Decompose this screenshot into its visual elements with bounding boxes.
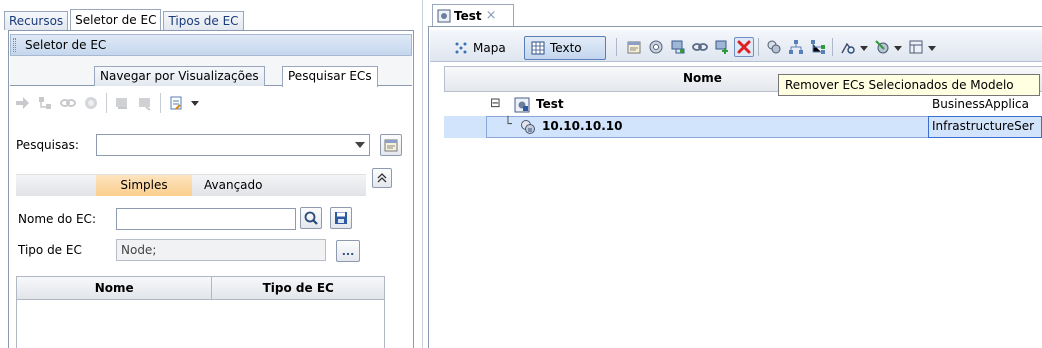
texto-view-button[interactable]: Texto [524,36,606,60]
nome-do-ec-input[interactable] [116,208,296,230]
layout-icon[interactable] [906,37,926,57]
tab-navegar-por-visualizacoes[interactable]: Navegar por Visualizações [94,66,265,86]
tipo-de-ec-field: Node; [116,239,326,261]
tree-item-name: 10.10.10.10 [542,119,623,133]
layout-dropdown-icon[interactable] [928,46,936,51]
export-icon[interactable] [166,93,186,113]
model-icon [437,9,451,22]
pesquisas-select[interactable] [96,134,370,156]
link-icon[interactable] [58,93,78,113]
ci-add-icon[interactable] [112,93,132,113]
collapse-icon[interactable]: ⊟ [490,96,501,111]
tab-tipos-de-ec[interactable]: Tipos de EC [163,11,244,30]
panel-title-text: Seletor de EC [25,38,107,52]
saved-searches-button[interactable] [380,134,402,156]
map-icon [455,42,467,54]
dropdown-arrow-icon[interactable] [189,93,201,113]
tooltip: Remover ECs Selecionados de Modelo [778,74,1040,96]
link-icon[interactable] [690,37,710,57]
toolbar-separator [106,93,107,113]
tree-item-type: BusinessApplica [932,97,1029,111]
texto-label: Texto [550,41,582,55]
collapse-button[interactable] [372,168,392,188]
toolbar-separator [160,93,161,113]
toolbar-separator [832,38,833,56]
properties-icon [384,139,398,152]
add-ci-icon[interactable] [712,37,732,57]
search-button[interactable] [300,207,322,229]
results-grid-header: Nome Tipo de EC [16,276,385,300]
tab-seletor-de-ec[interactable]: Seletor de EC [70,9,162,30]
hierarchy-alt-icon[interactable] [808,37,828,57]
chevron-down-icon[interactable] [355,142,365,148]
left-tab-strip: Recursos Seletor de EC Tipos de EC [4,8,246,30]
tree-item-type: InfrastructureSer [932,119,1035,133]
tree-row-selected[interactable]: └ 10.10.10.10 InfrastructureSer [444,116,1042,138]
pesquisas-label: Pesquisas: [16,138,79,152]
tab-test[interactable]: Test × [432,4,514,26]
save-button[interactable] [330,207,352,229]
mapa-view-button[interactable]: Mapa [448,36,512,60]
model-icon [514,97,530,113]
nome-do-ec-label: Nome do EC: [18,212,96,226]
mapa-label: Mapa [473,41,506,55]
ip-node-icon [521,120,535,134]
ci-relations-icon[interactable] [668,37,688,57]
ci-type-icon[interactable] [764,37,784,57]
search-icon[interactable] [838,37,858,57]
panel-title: Seletor de EC [10,34,412,56]
tab-test-title: Test [454,8,482,23]
column-header-nome[interactable]: Nome [17,277,213,299]
tree-connector: └ [504,117,512,132]
tab-avancado[interactable]: Avançado [204,175,262,196]
search-dropdown-icon[interactable] [860,46,868,51]
properties-icon[interactable] [624,37,644,57]
tab-recursos[interactable]: Recursos [4,11,69,30]
search-icon [304,211,318,225]
tree-icon[interactable] [35,93,55,113]
filter-dropdown-icon[interactable] [894,46,902,51]
column-header-tipo-de-ec[interactable]: Tipo de EC [212,277,384,299]
hierarchy-icon[interactable] [786,37,806,57]
left-toolbar [12,90,204,116]
tab-simples[interactable]: Simples [96,175,192,196]
cube-icon[interactable] [81,93,101,113]
toolbar-separator [758,38,759,56]
delete-icon[interactable] [734,37,754,57]
close-icon[interactable]: × [486,8,497,23]
tipo-de-ec-label: Tipo de EC [18,243,82,257]
browse-ci-type-button[interactable]: ... [336,240,360,262]
ci-remove-icon[interactable] [135,93,155,113]
column-header-nome[interactable]: Nome [683,71,722,85]
results-grid-body [16,300,385,348]
arrow-right-icon[interactable] [12,93,32,113]
tree-item-name: Test [536,97,564,111]
filter-icon[interactable] [872,37,892,57]
double-chevron-up-icon [377,173,387,183]
save-icon [335,212,347,224]
table-icon [531,41,545,55]
grip-icon [13,38,16,52]
tree-row[interactable]: ⊟ Test BusinessApplica [444,94,1042,116]
cube-icon[interactable] [646,37,666,57]
toolbar-separator [616,38,617,56]
tab-pesquisar-ecs[interactable]: Pesquisar ECs [282,66,378,87]
